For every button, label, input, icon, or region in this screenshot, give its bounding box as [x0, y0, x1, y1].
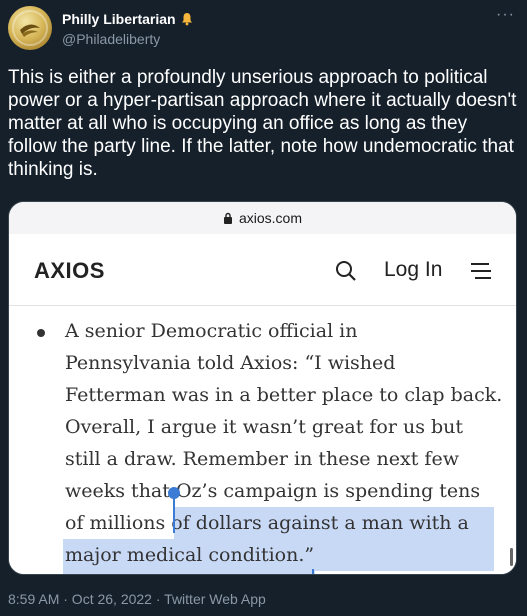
axios-page: AXIOS Log In A senior Democratic officia… — [9, 234, 516, 574]
article-line: Pennsylvania told Axios: “I wished — [65, 352, 396, 374]
list-bullet — [37, 329, 45, 337]
article-line-plain: weeks that — [65, 480, 176, 502]
hamburger-menu-icon — [471, 263, 491, 279]
tweet-header: Philly Libertarian @Philadeliberty ··· — [8, 6, 519, 50]
selected-text: Oz’s campaign is spending tens — [175, 480, 481, 502]
attached-image[interactable]: axios.com AXIOS Log In A senior Democrat… — [8, 201, 517, 575]
lock-icon — [223, 212, 232, 224]
article-line: A senior Democratic official in — [65, 320, 358, 342]
article-line: weeks that Oz’s campaign is spending ten… — [65, 475, 505, 507]
axios-logo: AXIOS — [34, 258, 105, 283]
selected-text: of millions of dollars against a man wit… — [65, 512, 469, 534]
site-header: AXIOS Log In — [9, 234, 516, 306]
avatar[interactable] — [8, 6, 52, 50]
selected-text: major medical condition.” — [65, 544, 315, 566]
url-text: axios.com — [238, 210, 303, 226]
selection-end-bar — [312, 569, 314, 574]
scrollbar-thumb — [510, 548, 513, 566]
bell-icon — [181, 13, 192, 26]
selection-start-bar — [173, 493, 175, 533]
article-line: Fetterman was in a better place to clap … — [65, 384, 503, 406]
display-name[interactable]: Philly Libertarian — [62, 11, 176, 27]
article-body: A senior Democratic official in Pennsylv… — [9, 307, 516, 574]
search-icon — [336, 261, 356, 281]
user-handle[interactable]: @Philadeliberty — [62, 31, 160, 47]
login-link: Log In — [384, 258, 443, 281]
article-line: Overall, I argue it wasn’t great for us … — [65, 416, 464, 438]
tweet-timestamp[interactable]: 8:59 AM · Oct 26, 2022 · Twitter Web App — [8, 591, 266, 607]
torch-emblem-icon — [20, 24, 40, 37]
article-line: still a draw. Remember in these next few — [65, 448, 459, 470]
quote-paragraph: A senior Democratic official in Pennsylv… — [65, 315, 505, 571]
browser-url-bar: axios.com — [9, 202, 516, 234]
text-selection-highlight — [63, 571, 315, 574]
tweet-text: This is either a profoundly unserious ap… — [8, 67, 517, 180]
more-options-icon[interactable]: ··· — [496, 6, 515, 24]
